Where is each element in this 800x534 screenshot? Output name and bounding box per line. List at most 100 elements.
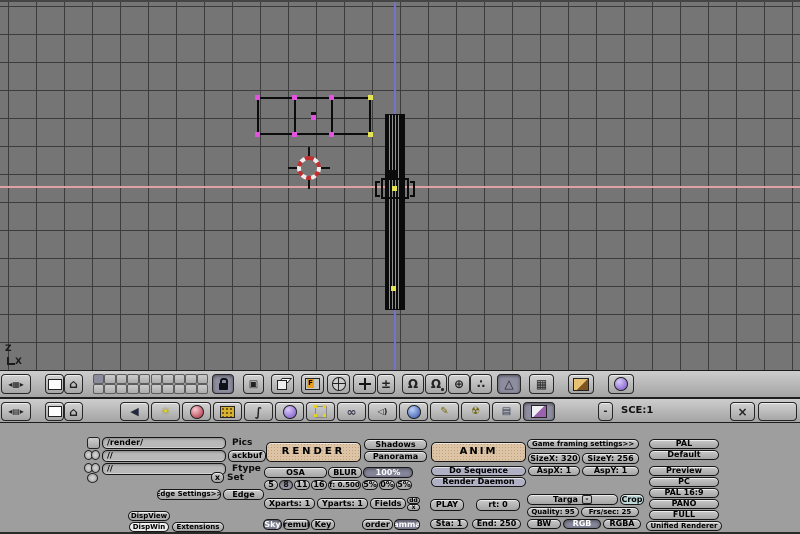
layer-4[interactable] — [127, 374, 138, 384]
proportional-edit-button[interactable]: △ — [497, 374, 521, 394]
vertex-selected[interactable] — [391, 286, 396, 291]
fullscreen-button[interactable] — [45, 402, 64, 421]
grid-table-button[interactable]: ▦ — [529, 374, 554, 394]
layer-11[interactable] — [93, 384, 104, 394]
scene-browse-button[interactable]: - — [598, 402, 613, 421]
render-button[interactable]: RENDER — [266, 442, 361, 462]
render-buttons-tab[interactable] — [523, 402, 555, 421]
sta-field[interactable]: Sta: 1 — [430, 519, 468, 529]
preset-pal169-button[interactable]: PAL 16:9 — [649, 488, 719, 498]
column-object-wireframe[interactable] — [385, 114, 405, 310]
edge-button[interactable]: Edge — [223, 489, 264, 500]
backbuf-button[interactable]: ackbuf — [228, 450, 266, 462]
script-buttons-tab[interactable]: ▤ — [492, 402, 521, 421]
world-buttons-tab[interactable] — [275, 402, 304, 421]
rotate-button[interactable]: Ω — [402, 374, 424, 394]
preset-pc-button[interactable]: PC — [649, 477, 719, 487]
layer-18[interactable] — [174, 384, 185, 394]
layer-2[interactable] — [104, 374, 115, 384]
ftype-toggle-2[interactable] — [91, 463, 100, 473]
vertex-selected[interactable] — [368, 95, 373, 100]
anim-button[interactable]: ANIM — [431, 442, 526, 462]
object-origin[interactable] — [311, 115, 316, 120]
fields-x-button[interactable]: x — [407, 504, 420, 511]
layer-19[interactable] — [185, 384, 196, 394]
layer-13[interactable] — [116, 384, 127, 394]
snap-dots-button[interactable]: ∴ — [470, 374, 492, 394]
premul-button[interactable]: remul — [283, 519, 310, 530]
constraint-buttons-tab[interactable]: ∞ — [337, 402, 366, 421]
focal-field[interactable]: f: 0.500 — [328, 480, 361, 490]
vertex[interactable] — [255, 95, 260, 100]
rgb-button[interactable]: RGB — [563, 519, 601, 529]
set-clear-button[interactable]: x — [211, 472, 224, 483]
shaded-sphere-button[interactable] — [327, 374, 350, 394]
file-select-button[interactable] — [87, 437, 100, 449]
set-browse-button[interactable] — [87, 473, 98, 483]
layer-9[interactable] — [185, 374, 196, 384]
layer-5[interactable] — [139, 374, 150, 384]
fullscreen-button[interactable] — [45, 374, 64, 394]
game-framing-button[interactable]: Game framing settings >> — [527, 439, 639, 449]
local-view-button[interactable]: ▣ — [243, 374, 264, 394]
vertex[interactable] — [292, 132, 297, 137]
material-buttons-tab[interactable] — [182, 402, 211, 421]
vertex[interactable] — [292, 95, 297, 100]
layer-3[interactable] — [116, 374, 127, 384]
panorama-button[interactable]: Panorama — [364, 451, 427, 462]
osa-8-button[interactable]: 8 — [279, 480, 293, 490]
end-field[interactable]: End: 250 — [472, 519, 521, 529]
preset-full-button[interactable]: FULL — [649, 510, 719, 520]
scene-buttons-tab[interactable] — [399, 402, 428, 421]
layer-20[interactable] — [197, 384, 208, 394]
aspx-field[interactable]: AspX: 1 — [528, 466, 580, 476]
quality-field[interactable]: Quality: 95 — [527, 507, 579, 517]
rotate-center-button[interactable]: Ω — [425, 374, 447, 394]
aspy-field[interactable]: AspY: 1 — [582, 466, 639, 476]
view-buttons-tab[interactable]: ◀ — [120, 402, 149, 421]
dispview-button[interactable]: DispView — [128, 511, 170, 521]
edge-pct-3-button[interactable]: 5% — [396, 480, 412, 490]
edge-settings-button[interactable]: Edge Settings>> — [157, 489, 221, 500]
draw-mode-button[interactable] — [271, 374, 294, 394]
paint-buttons-tab[interactable]: ✎ — [430, 402, 459, 421]
lock-button[interactable] — [212, 374, 234, 394]
layer-6[interactable] — [151, 374, 162, 384]
backbuf-toggle-2[interactable] — [91, 450, 100, 460]
scene-name-field[interactable]: SCE:1 — [621, 405, 653, 416]
blur-button[interactable]: BLUR — [328, 467, 362, 478]
layer-15[interactable] — [139, 384, 150, 394]
osa-button[interactable]: OSA — [264, 467, 327, 478]
vertex[interactable] — [255, 132, 260, 137]
frs-sec-field[interactable]: Frs/sec: 25 — [581, 507, 639, 517]
sky-button[interactable]: Sky — [263, 519, 282, 530]
translate-button[interactable] — [353, 374, 376, 394]
home-button[interactable]: ⌂ — [64, 402, 83, 421]
rt-field[interactable]: rt: 0 — [476, 499, 520, 511]
layer-8[interactable] — [174, 374, 185, 384]
sound-buttons-tab[interactable]: ◁) — [368, 402, 397, 421]
vertex-selected[interactable] — [368, 132, 373, 137]
osa-16-button[interactable]: 16 — [311, 480, 327, 490]
layer-17[interactable] — [162, 384, 173, 394]
render-size-100-button[interactable]: 100% — [363, 467, 413, 478]
texture-buttons-tab[interactable] — [213, 402, 242, 421]
3d-viewport[interactable]: Z X — [0, 0, 800, 370]
scene-delete-button[interactable]: × — [730, 402, 755, 421]
anim-ipo-buttons-tab[interactable]: ∫ — [244, 402, 273, 421]
fields-odd-button[interactable]: dd — [407, 497, 420, 504]
edit-buttons-tab[interactable] — [306, 402, 335, 421]
format-dropdown[interactable]: Targa - — [527, 494, 618, 505]
render-daemon-button[interactable]: Render Daemon — [431, 477, 526, 487]
play-button[interactable]: PLAY — [430, 499, 464, 511]
lamp-buttons-tab[interactable]: ☀ — [151, 402, 180, 421]
yparts-field[interactable]: Yparts: 1 — [317, 498, 368, 509]
preset-pano-button[interactable]: PANO — [649, 499, 719, 509]
render-preview-button[interactable] — [568, 374, 594, 394]
layer-10[interactable] — [197, 374, 208, 384]
rgba-button[interactable]: RGBA — [603, 519, 641, 529]
sphere-display-button[interactable] — [608, 374, 634, 394]
home-button[interactable]: ⌂ — [64, 374, 83, 394]
dispwin-button[interactable]: DispWin — [129, 522, 169, 532]
fields-button[interactable]: Fields — [370, 498, 406, 509]
